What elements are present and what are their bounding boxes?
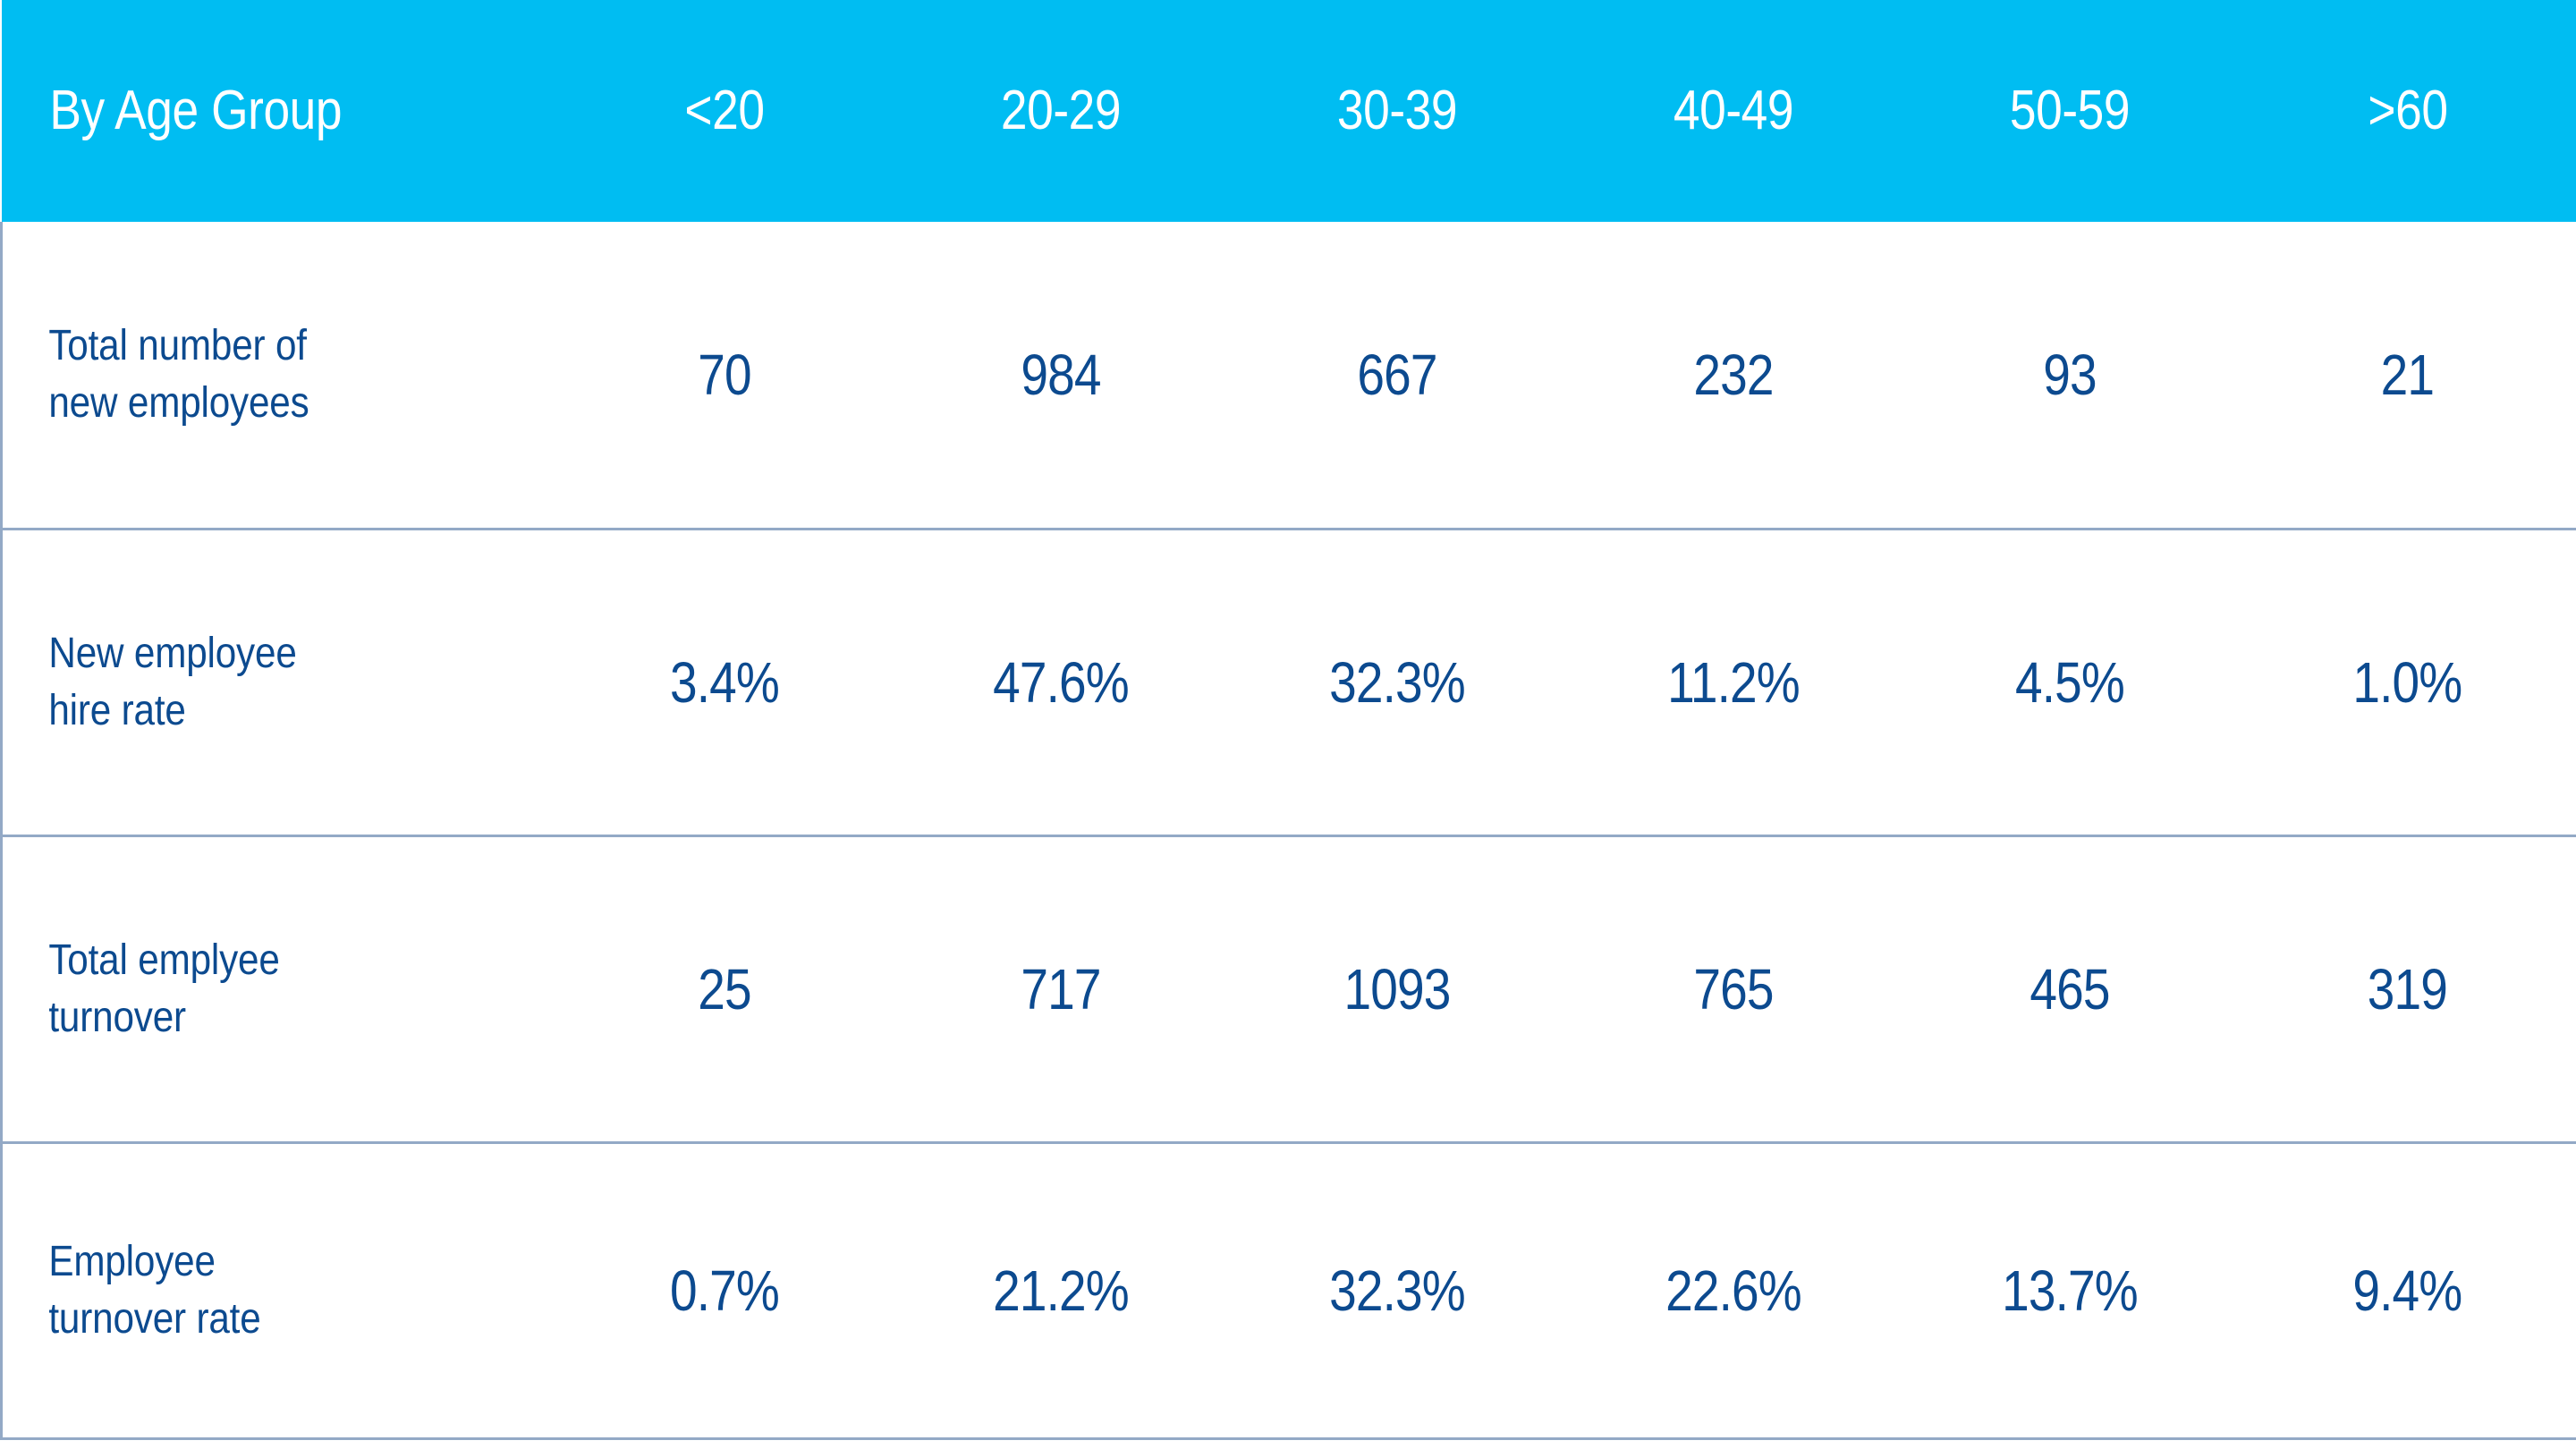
row-label-line-1: New employee <box>47 629 297 677</box>
row-label-new-employee-hire-rate: New employee hire rate <box>2 529 490 835</box>
cell-new-employees-20-29: 984 <box>1020 342 1101 407</box>
cell-turnover-rate-under-20: 0.7% <box>669 1258 779 1323</box>
cell-turnover-rate-30-39: 32.3% <box>1328 1258 1466 1323</box>
cell-new-employees-over-60: 21 <box>2380 342 2434 407</box>
row-label-total-employee-turnover: Total emplyee turnover <box>2 835 490 1142</box>
column-header-under-20: <20 <box>683 79 765 141</box>
cell-turnover-rate-20-29: 21.2% <box>992 1258 1130 1323</box>
cell-turnover-40-49: 765 <box>1692 956 1774 1021</box>
cell-turnover-rate-over-60: 9.4% <box>2351 1258 2462 1323</box>
table-header: By Age Group <20 20-29 30-39 40-49 50-59… <box>1 0 2576 222</box>
column-header-age-group: By Age Group <box>48 79 342 141</box>
table-row: Total emplyee turnover 25 717 1093 765 4… <box>1 835 2576 1142</box>
cell-new-employees-under-20: 70 <box>697 342 751 407</box>
row-label-line-2: turnover rate <box>47 1294 261 1343</box>
cell-turnover-30-39: 1093 <box>1343 956 1451 1021</box>
cell-hire-rate-under-20: 3.4% <box>669 649 779 715</box>
row-label-line-2: new employees <box>47 378 309 427</box>
column-header-20-29: 20-29 <box>1000 79 1121 141</box>
age-group-metrics-table-container: By Age Group <20 20-29 30-39 40-49 50-59… <box>0 0 2576 1449</box>
row-label-line-1: Total number of <box>47 321 307 369</box>
row-label-total-new-employees: Total number of new employees <box>2 222 490 529</box>
row-label-line-2: hire rate <box>47 686 186 734</box>
row-label-line-1: Employee <box>47 1237 216 1285</box>
cell-hire-rate-over-60: 1.0% <box>2351 649 2462 715</box>
cell-hire-rate-20-29: 47.6% <box>992 649 1130 715</box>
row-label-line-2: turnover <box>47 993 186 1041</box>
cell-turnover-rate-40-49: 22.6% <box>1665 1258 1802 1323</box>
cell-turnover-50-59: 465 <box>2029 956 2110 1021</box>
cell-turnover-20-29: 717 <box>1020 956 1101 1021</box>
column-header-30-39: 30-39 <box>1336 79 1457 141</box>
header-row: By Age Group <20 20-29 30-39 40-49 50-59… <box>1 0 2576 222</box>
row-label-employee-turnover-rate: Employee turnover rate <box>2 1142 490 1438</box>
column-header-40-49: 40-49 <box>1673 79 1793 141</box>
cell-hire-rate-40-49: 11.2% <box>1666 649 1801 715</box>
cell-turnover-rate-50-59: 13.7% <box>2001 1258 2139 1323</box>
column-header-over-60: >60 <box>2367 79 2448 141</box>
column-header-50-59: 50-59 <box>2009 79 2130 141</box>
table-row: Employee turnover rate 0.7% 21.2% 32.3% … <box>1 1142 2576 1438</box>
table-body: Total number of new employees 70 984 667… <box>1 222 2576 1438</box>
row-label-line-1: Total emplyee <box>47 936 280 984</box>
cell-turnover-over-60: 319 <box>2367 956 2447 1021</box>
cell-new-employees-30-39: 667 <box>1356 342 1437 407</box>
cell-new-employees-40-49: 232 <box>1692 342 1774 407</box>
cell-new-employees-50-59: 93 <box>2042 342 2097 407</box>
cell-hire-rate-50-59: 4.5% <box>2014 649 2124 715</box>
cell-turnover-under-20: 25 <box>697 956 751 1021</box>
table-row: Total number of new employees 70 984 667… <box>1 222 2576 529</box>
cell-hire-rate-30-39: 32.3% <box>1328 649 1466 715</box>
age-group-metrics-table: By Age Group <20 20-29 30-39 40-49 50-59… <box>0 0 2576 1440</box>
table-row: New employee hire rate 3.4% 47.6% 32.3% … <box>1 529 2576 835</box>
